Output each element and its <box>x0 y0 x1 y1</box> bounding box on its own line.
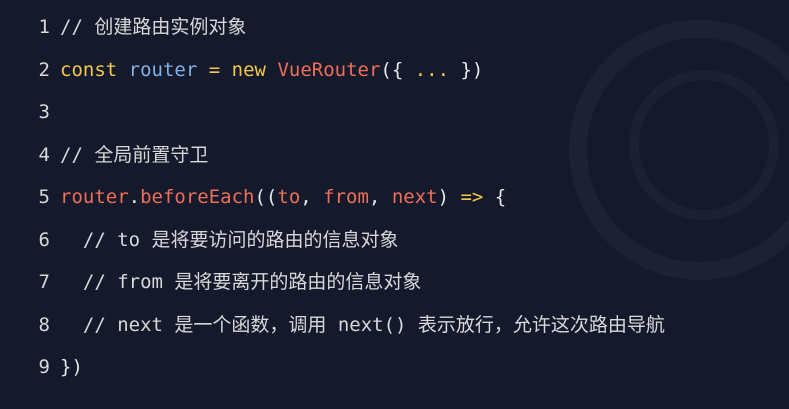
line-number: 3 <box>38 101 50 123</box>
code-line: 9}) <box>0 346 789 389</box>
code-line: 6 // to 是将要访问的路由的信息对象 <box>0 219 789 262</box>
code-token: ... <box>414 58 450 81</box>
code-line: 7 // from 是将要离开的路由的信息对象 <box>0 261 789 304</box>
code-token: ) <box>437 186 461 208</box>
code-line: 2 const router = new VueRouter({ ... }) <box>0 49 789 92</box>
code-lines: 1 // 创建路由实例对象 2 const router = new VueRoute… <box>0 6 789 389</box>
code-line: 5 router.beforeEach((to, from, next) => { <box>0 176 789 219</box>
code-token: const <box>60 58 118 81</box>
code-token: beforeEach <box>140 186 255 208</box>
line-number: 1 <box>38 16 50 38</box>
code-token: // 创建路由实例对象 <box>60 16 247 38</box>
code-token: from <box>323 186 369 208</box>
code-text: // from 是将要离开的路由的信息对象 <box>60 261 422 304</box>
code-token: // next 是一个函数，调用 next() 表示放行，允许这次路由导航 <box>60 313 665 336</box>
line-number: 5 <box>38 186 50 208</box>
code-token: (( <box>254 186 278 208</box>
code-text: }) <box>60 346 83 389</box>
code-text: // 创建路由实例对象 <box>60 6 246 49</box>
code-token: // 全局前置守卫 <box>60 143 209 166</box>
code-token: }) <box>60 356 83 378</box>
code-token: to <box>277 186 301 208</box>
code-text: router.beforeEach((to, from, next) => { <box>60 176 506 219</box>
code-token: , <box>368 186 392 208</box>
code-line: 3 <box>0 91 789 134</box>
code-text: // next 是一个函数，调用 next() 表示放行，允许这次路由导航 <box>60 304 665 347</box>
code-line: 1 // 创建路由实例对象 <box>0 6 789 49</box>
code-text: // to 是将要访问的路由的信息对象 <box>60 219 399 262</box>
code-token: . <box>128 186 141 208</box>
code-token: new <box>231 58 266 81</box>
code-token: next <box>391 186 438 208</box>
code-token: => <box>460 186 484 208</box>
code-token: }) <box>449 58 484 81</box>
code-token: { <box>483 186 507 208</box>
code-token: ({ <box>380 58 415 81</box>
line-number: 8 <box>38 313 50 336</box>
line-number: 6 <box>38 228 50 251</box>
line-number: 2 <box>38 58 50 81</box>
code-line: 8 // next 是一个函数，调用 next() 表示放行，允许这次路由导航 <box>0 304 789 347</box>
code-token: VueRouter <box>277 58 381 81</box>
code-token: router <box>128 58 198 81</box>
code-editor: 1 // 创建路由实例对象 2 const router = new VueRoute… <box>0 0 789 409</box>
code-token: = <box>208 58 221 81</box>
code-line: 4 // 全局前置守卫 <box>0 134 789 177</box>
code-text: const router = new VueRouter({ ... }) <box>60 49 483 92</box>
code-token: , <box>300 186 324 208</box>
code-token: // to 是将要访问的路由的信息对象 <box>60 228 399 251</box>
line-number: 4 <box>38 143 50 166</box>
code-token: router <box>60 186 129 208</box>
line-number: 9 <box>38 356 50 378</box>
line-number: 7 <box>38 271 50 293</box>
code-text: // 全局前置守卫 <box>60 134 208 177</box>
code-token: // from 是将要离开的路由的信息对象 <box>60 271 422 293</box>
